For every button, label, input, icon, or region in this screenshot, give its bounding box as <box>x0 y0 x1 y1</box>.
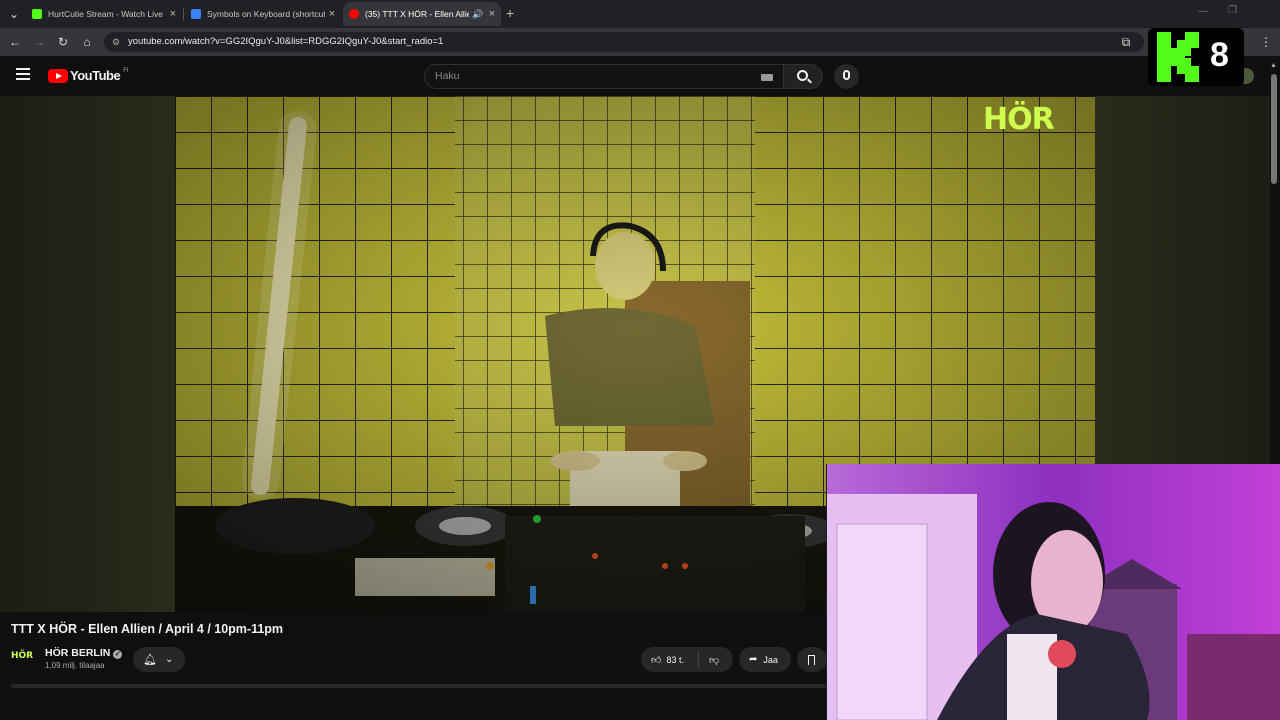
bell-icon: 🔔︎ <box>143 654 157 666</box>
home-icon[interactable]: ⌂ <box>79 34 95 50</box>
share-arrow-icon: ➦ <box>749 654 758 665</box>
hor-watermark: HÖR <box>983 102 1055 137</box>
bookmark-icon <box>808 654 815 665</box>
share-button[interactable]: ➦ Jaa <box>739 647 791 672</box>
scroll-up-arrow-icon[interactable]: ▲ <box>1270 62 1277 69</box>
youtube-header: YouTube FI Haku <box>0 56 1280 96</box>
youtube-logo[interactable]: YouTube FI <box>48 68 129 83</box>
channel-name[interactable]: HÖR BERLIN ✓ <box>45 647 123 659</box>
webcam-frame <box>827 464 1280 720</box>
scroll-thumb[interactable] <box>1271 74 1277 184</box>
tab-hurtcutie[interactable]: HurtCutie Stream - Watch Live × <box>26 2 182 26</box>
kick-overlay: 8 <box>1148 28 1244 86</box>
video-title: TTT X HÖR - Ellen Allien / April 4 / 10p… <box>11 622 284 636</box>
like-button[interactable]: 👍︎ 83 t. <box>641 651 699 668</box>
browser-toolbar: ← → ↻ ⌂ ⚙ youtube.com/watch?v=GG2IQguY-J… <box>0 28 1280 56</box>
close-tab-icon[interactable]: × <box>170 8 176 20</box>
close-tab-icon[interactable]: × <box>329 8 335 20</box>
k8-digit: 8 <box>1210 36 1229 74</box>
verified-badge-icon: ✓ <box>113 650 123 659</box>
browser-tab-strip: ⌄ HurtCutie Stream - Watch Live × Symbol… <box>0 0 1280 28</box>
hamburger-menu-icon[interactable] <box>16 68 30 80</box>
minimize-icon[interactable]: — <box>1198 6 1208 17</box>
search-button[interactable] <box>783 64 823 89</box>
forward-arrow-icon[interactable]: → <box>31 34 47 50</box>
youtube-favicon-icon <box>349 9 359 19</box>
notification-bell-button[interactable]: 🔔︎ ⌄ <box>133 647 185 672</box>
url-text: youtube.com/watch?v=GG2IQguY-J0&list=RDG… <box>128 36 444 47</box>
like-dislike-group: 👍︎ 83 t. 👎︎ <box>641 647 733 672</box>
browser-menu-icon[interactable]: ⋮ <box>1258 34 1274 50</box>
description-divider <box>11 684 826 688</box>
thumbs-up-icon: 👍︎ <box>651 654 662 666</box>
theater-left-margin <box>0 96 175 612</box>
thumbs-down-icon: 👎︎ <box>709 654 720 666</box>
search-input[interactable]: Haku <box>424 64 784 89</box>
subscriber-count: 1,09 milj. tilaajaa <box>45 661 105 670</box>
address-bar[interactable]: ⚙ youtube.com/watch?v=GG2IQguY-J0&list=R… <box>104 32 1144 52</box>
close-tab-icon[interactable]: × <box>489 8 495 20</box>
tab-youtube-active[interactable]: (35) TTT X HÖR - Ellen Allie 🔊 × <box>343 2 501 26</box>
site-info-icon[interactable]: ⚙ <box>112 32 120 52</box>
keyboard-icon[interactable] <box>761 74 773 81</box>
new-tab-button[interactable]: + <box>506 5 514 21</box>
youtube-play-logo-icon <box>48 68 68 83</box>
page-scrollbar[interactable]: ▲ <box>1270 62 1278 662</box>
microphone-icon <box>843 70 850 80</box>
chevron-down-icon: ⌄ <box>164 654 174 665</box>
maximize-icon[interactable]: ❐ <box>1228 5 1237 16</box>
back-arrow-icon[interactable]: ← <box>7 34 23 50</box>
tab-symbols[interactable]: Symbols on Keyboard (shortcut × <box>185 2 341 26</box>
save-button[interactable] <box>797 647 827 672</box>
audio-playing-icon[interactable]: 🔊 <box>472 9 483 20</box>
tab-list-chevron-icon[interactable]: ⌄ <box>6 6 22 22</box>
reload-icon[interactable]: ↻ <box>55 34 71 50</box>
dislike-button[interactable]: 👎︎ <box>709 654 719 666</box>
webcam-overlay <box>826 464 1280 720</box>
kick-logo-icon <box>1157 32 1199 82</box>
channel-avatar[interactable]: HÖR <box>11 651 37 665</box>
voice-search-button[interactable] <box>834 64 859 89</box>
install-app-icon[interactable]: ⧉ <box>1118 34 1134 50</box>
kick-favicon-icon <box>32 9 42 19</box>
site-favicon-icon <box>191 9 201 19</box>
